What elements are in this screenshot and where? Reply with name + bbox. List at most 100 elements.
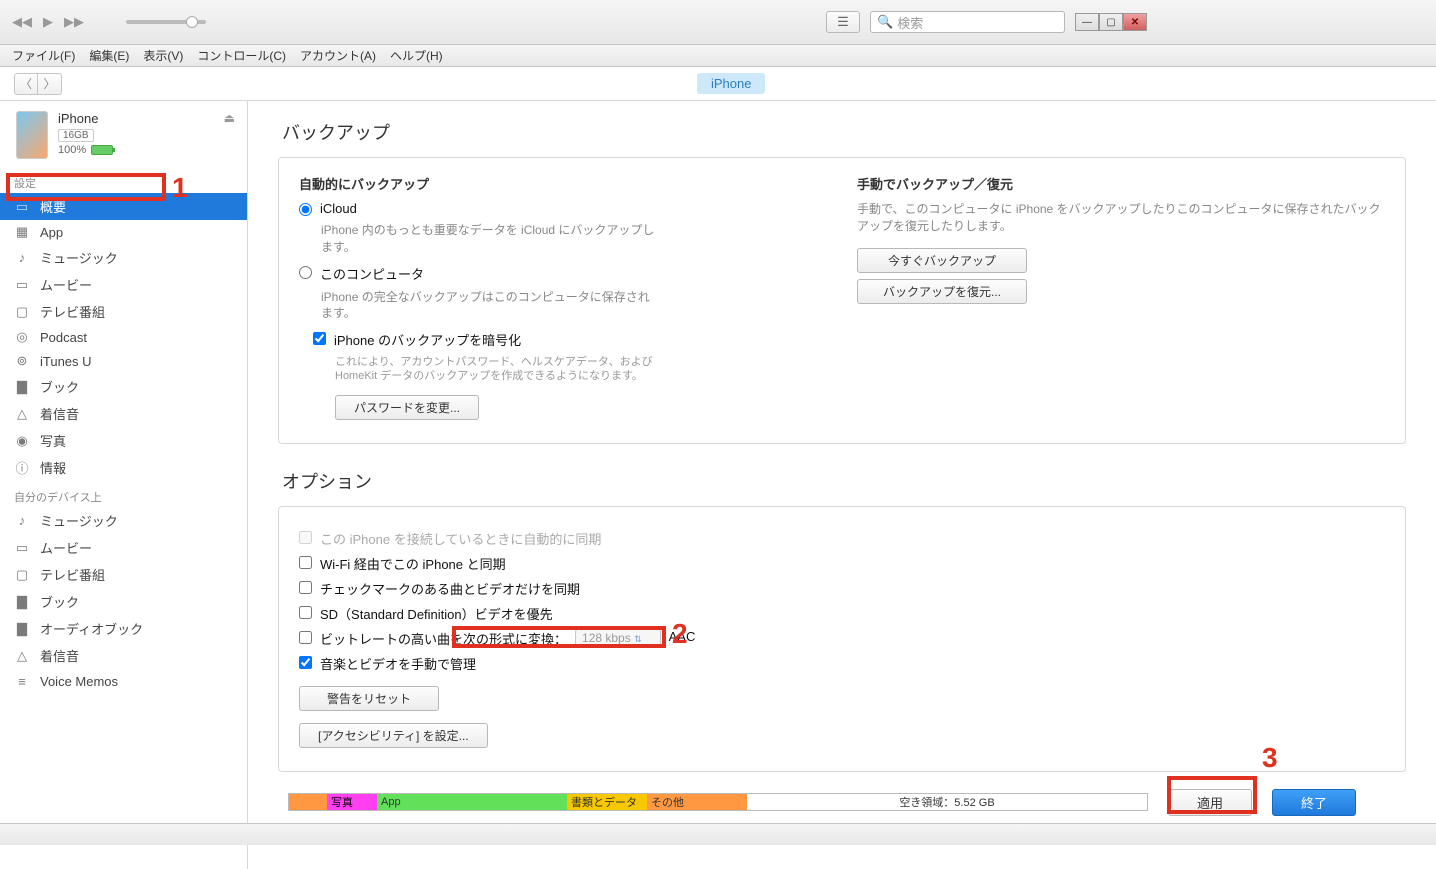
search-placeholder: 検索 [897, 13, 923, 32]
checked-only-checkbox[interactable] [299, 581, 312, 594]
sidebar-group-ondevice: 自分のデバイス上 [0, 481, 247, 507]
codec-label: AAC [669, 629, 696, 644]
next-track-button[interactable]: ▶▶ [62, 10, 86, 34]
sidebar-item-info[interactable]: ⓘ 情報 [0, 454, 247, 481]
manual-manage-checkbox[interactable] [299, 656, 312, 669]
menu-controls[interactable]: コントロール(C) [191, 47, 292, 64]
menu-help[interactable]: ヘルプ(H) [384, 47, 449, 64]
sd-video-checkbox[interactable] [299, 606, 312, 619]
menu-view[interactable]: 表示(V) [137, 47, 189, 64]
sidebar-item-label: 概要 [40, 197, 66, 216]
accessibility-button[interactable]: [アクセシビリティ] を設定... [299, 723, 488, 748]
battery-icon [91, 145, 113, 155]
sidebar-item-tv[interactable]: ▢テレビ番組 [0, 298, 247, 325]
bitrate-label: ビットレートの高い曲を次の形式に変換： [320, 629, 567, 648]
photo-icon: ◉ [14, 433, 30, 449]
sidebar-item-label: 情報 [40, 458, 66, 477]
volume-slider[interactable] [126, 20, 206, 24]
nav-arrows: 〈 〉 [14, 73, 62, 95]
wifi-sync-label: Wi-Fi 経由でこの iPhone と同期 [320, 554, 506, 573]
sidebar-item-label: ミュージック [40, 248, 118, 267]
manual-backup-desc: 手動で、このコンピュータに iPhone をバックアップしたりこのコンピュータに… [857, 201, 1385, 235]
encrypt-checkbox[interactable] [313, 332, 326, 345]
sidebar-item-tone[interactable]: △ 着信音 [0, 400, 247, 427]
sidebar-item-book[interactable]: ▇ブック [0, 373, 247, 400]
menu-edit[interactable]: 編集(E) [83, 47, 135, 64]
volume-knob[interactable] [186, 16, 198, 28]
sidebar-item-audiobook[interactable]: ▇オーディオブック [0, 615, 247, 642]
sidebar-item-label: iTunes U [40, 354, 92, 369]
storage-bar: 写真 App 書類とデータ その他 空き領域：5.52 GB [288, 793, 1148, 811]
sidebar-item-label: App [40, 225, 63, 240]
wifi-sync-checkbox[interactable] [299, 556, 312, 569]
sidebar-group-settings: 設定 [0, 167, 247, 193]
options-section-title: オプション [282, 468, 1406, 494]
reset-warnings-button[interactable]: 警告をリセット [299, 686, 439, 711]
play-button[interactable]: ▶ [36, 10, 60, 34]
nav-forward-button[interactable]: 〉 [38, 73, 62, 95]
menu-account[interactable]: アカウント(A) [294, 47, 382, 64]
sidebar-item-summary[interactable]: ▭概要 [0, 193, 247, 220]
computer-radio[interactable] [299, 266, 312, 279]
main-area: iPhone 16GB 100% ⏏ 設定 ▭概要▦App♪ミュージック▭ムービ… [0, 101, 1436, 869]
nav-back-button[interactable]: 〈 [14, 73, 38, 95]
sidebar-item-voicememo[interactable]: ≡Voice Memos [0, 669, 247, 693]
sidebar-item-book[interactable]: ▇ブック [0, 588, 247, 615]
book-icon: ▇ [14, 594, 30, 610]
prev-track-button[interactable]: ◀◀ [10, 10, 34, 34]
movie-icon: ▭ [14, 540, 30, 556]
done-button[interactable]: 終了 [1272, 789, 1356, 816]
device-tab-pill[interactable]: iPhone [697, 73, 765, 94]
minimize-button[interactable]: — [1075, 13, 1099, 31]
encrypt-label: iPhone のバックアップを暗号化 [334, 330, 521, 349]
bitrate-select[interactable]: 128 kbps ⇅ [575, 629, 661, 647]
sidebar-item-music[interactable]: ♪ミュージック [0, 507, 247, 534]
sidebar-item-apps[interactable]: ▦ App [0, 220, 247, 244]
sidebar-item-tv[interactable]: ▢テレビ番組 [0, 561, 247, 588]
list-view-button[interactable]: ☰ [826, 11, 860, 33]
apps-icon: ▦ [14, 224, 30, 240]
footer-bar: 写真 App 書類とデータ その他 空き領域：5.52 GB 適用 終了 [248, 780, 1436, 824]
tone-icon: △ [14, 406, 30, 422]
restore-backup-button[interactable]: バックアップを復元... [857, 279, 1027, 304]
storage-seg-audio [289, 794, 327, 810]
music-icon: ♪ [14, 250, 30, 266]
sidebar-item-movie[interactable]: ▭ムービー [0, 271, 247, 298]
menu-file[interactable]: ファイル(F) [6, 47, 81, 64]
voicememo-icon: ≡ [14, 673, 30, 689]
sidebar-item-podcast[interactable]: ◎Podcast [0, 325, 247, 349]
icloud-radio-label: iCloud [320, 201, 357, 216]
sidebar-item-label: 着信音 [40, 404, 79, 423]
auto-backup-heading: 自動的にバックアップ [299, 174, 827, 193]
manual-backup-heading: 手動でバックアップ／復元 [857, 174, 1385, 193]
menu-bar: ファイル(F) 編集(E) 表示(V) コントロール(C) アカウント(A) ヘ… [0, 45, 1436, 67]
info-icon: ⓘ [14, 460, 30, 476]
maximize-button[interactable]: ▢ [1099, 13, 1123, 31]
sidebar-item-photo[interactable]: ◉ 写真 [0, 427, 247, 454]
apply-button[interactable]: 適用 [1168, 789, 1252, 816]
auto-sync-checkbox [299, 531, 312, 544]
change-password-button[interactable]: パスワードを変更... [335, 395, 479, 420]
sidebar-item-movie[interactable]: ▭ムービー [0, 534, 247, 561]
device-header: iPhone 16GB 100% ⏏ [0, 101, 247, 167]
device-thumbnail-icon [16, 111, 48, 159]
top-toolbar: ◀◀ ▶ ▶▶ ☰ 🔍 検索 — ▢ ✕ [0, 0, 1436, 45]
search-input[interactable]: 🔍 検索 [870, 11, 1065, 33]
sidebar-item-label: 着信音 [40, 646, 79, 665]
icloud-radio[interactable] [299, 203, 312, 216]
sidebar-item-music[interactable]: ♪ ミュージック [0, 244, 247, 271]
eject-button[interactable]: ⏏ [224, 111, 235, 125]
close-button[interactable]: ✕ [1123, 13, 1147, 31]
sidebar-item-label: 写真 [40, 431, 66, 450]
storage-seg-app: App [377, 794, 567, 810]
sidebar-item-itunesu[interactable]: ⊚iTunes U [0, 349, 247, 373]
window-controls: — ▢ ✕ [1075, 13, 1147, 31]
storage-seg-free: 空き領域：5.52 GB [747, 794, 1147, 810]
bitrate-checkbox[interactable] [299, 631, 312, 644]
storage-seg-docs: 書類とデータ [567, 794, 647, 810]
sidebar-item-label: テレビ番組 [40, 565, 105, 584]
sidebar-item-tone[interactable]: △着信音 [0, 642, 247, 669]
chevron-down-icon: ⇅ [634, 634, 642, 644]
options-panel: この iPhone を接続しているときに自動的に同期 Wi-Fi 経由でこの i… [278, 506, 1406, 772]
backup-now-button[interactable]: 今すぐバックアップ [857, 248, 1027, 273]
